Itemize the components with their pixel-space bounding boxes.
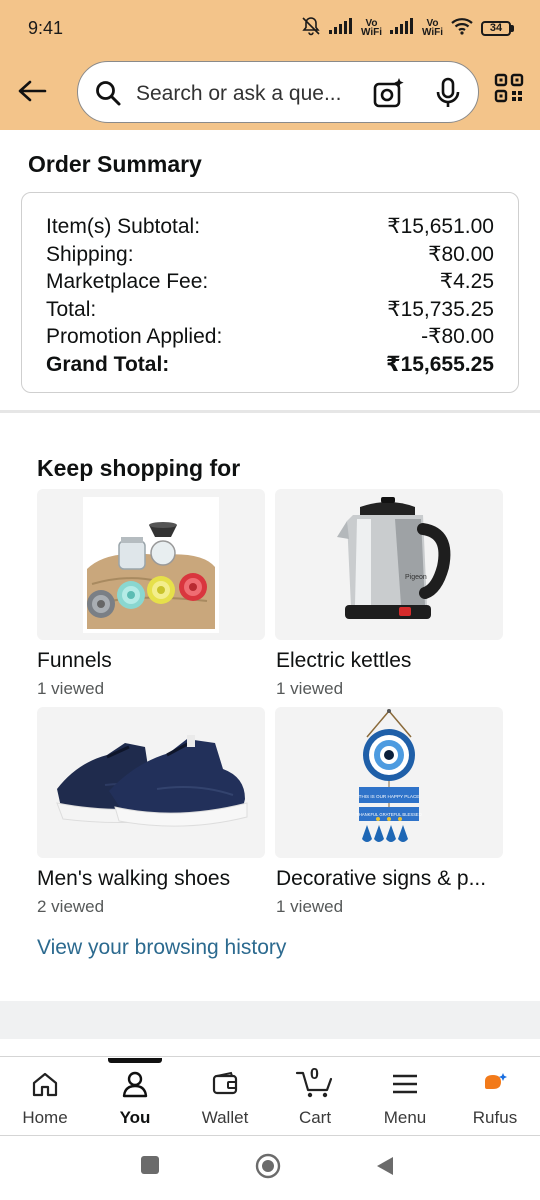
nav-cart[interactable]: 0 Cart (270, 1058, 360, 1136)
summary-row: Item(s) Subtotal: ₹15,651.00 (46, 213, 494, 241)
vowifi-label: Vo WiFi (360, 19, 382, 38)
nav-you[interactable]: You (90, 1058, 180, 1136)
status-icons: Vo WiFi Vo WiFi 34 (301, 16, 514, 41)
order-summary-card: Item(s) Subtotal: ₹15,651.00 Shipping: ₹… (21, 192, 519, 393)
search-icon (94, 79, 122, 112)
header: Search or ask a que... (0, 56, 540, 130)
tile-label[interactable]: Funnels (37, 649, 269, 673)
home-icon (31, 1070, 59, 1098)
tile-viewed-count: 1 viewed (276, 679, 344, 698)
tile-label[interactable]: Men's walking shoes (37, 867, 269, 891)
product-tile-walking-shoes[interactable] (37, 707, 265, 858)
tile-label[interactable]: Electric kettles (276, 649, 508, 673)
nav-label: Rufus (472, 1108, 518, 1127)
summary-value: ₹4.25 (439, 270, 494, 293)
cart-icon: 0 (295, 1066, 335, 1098)
user-icon (121, 1070, 149, 1098)
grand-total-row: Grand Total: ₹15,655.25 (46, 351, 494, 379)
vowifi-bottom: WiFi (360, 27, 382, 38)
summary-row: Promotion Applied: -₹80.00 (46, 323, 494, 351)
summary-row: Shipping: ₹80.00 (46, 241, 494, 269)
bottom-nav: Home You Wallet 0 Cart Menu Rufus (0, 1058, 540, 1136)
mute-bell-icon (301, 16, 321, 41)
summary-value: -₹80.00 (421, 325, 494, 348)
funnels-image (83, 497, 219, 633)
product-tile-funnels[interactable] (37, 489, 265, 640)
recent-apps-icon[interactable] (140, 1155, 160, 1180)
home-circle-icon[interactable] (255, 1153, 281, 1184)
grand-total-label: Grand Total: (46, 352, 170, 376)
product-tile-electric-kettles[interactable]: Pigeon (275, 489, 503, 640)
product-tile-decorative-signs[interactable]: THIS IS OUR HAPPY PLACE THANKFUL GRATEFU… (275, 707, 503, 858)
microphone-icon[interactable] (434, 77, 462, 114)
back-triangle-icon[interactable] (376, 1156, 394, 1181)
sign-text-2: THANKFUL GRATEFUL BLESSED (356, 812, 421, 817)
decorative-sign-image: THIS IS OUR HAPPY PLACE THANKFUL GRATEFU… (356, 709, 422, 842)
cart-count-badge: 0 (310, 1066, 319, 1083)
summary-label: Item(s) Subtotal: (46, 215, 201, 238)
view-browsing-history-link[interactable]: View your browsing history (37, 936, 286, 960)
content-end (0, 1039, 540, 1057)
summary-label: Shipping: (46, 242, 134, 266)
section-divider (0, 410, 540, 413)
tile-viewed-count: 1 viewed (37, 679, 105, 698)
tile-viewed-count: 1 viewed (276, 897, 344, 916)
sign-text-1: THIS IS OUR HAPPY PLACE (359, 794, 420, 799)
search-placeholder: Search or ask a que... (136, 82, 342, 105)
summary-label: Total: (46, 297, 97, 321)
back-arrow-icon[interactable] (14, 73, 50, 109)
summary-value: ₹15,735.25 (387, 297, 494, 321)
wifi-icon (451, 17, 473, 40)
keep-shopping-title: Keep shopping for (37, 455, 241, 481)
vowifi-bottom-2: WiFi (421, 27, 443, 38)
search-input[interactable]: Search or ask a que... (77, 61, 479, 123)
nav-label: Menu (383, 1108, 427, 1127)
nav-label: Wallet (201, 1108, 249, 1127)
nav-rufus[interactable]: Rufus (450, 1058, 540, 1136)
status-bar: 9:41 Vo WiFi Vo WiFi 34 (0, 0, 540, 56)
nav-menu[interactable]: Menu (360, 1058, 450, 1136)
nav-label: Cart (298, 1108, 332, 1127)
signal-icon-2 (389, 17, 414, 39)
battery-level: 34 (481, 20, 511, 36)
shoes-image (56, 735, 248, 827)
vowifi-label-2: Vo WiFi (421, 19, 443, 38)
summary-value: ₹80.00 (428, 242, 494, 266)
wallet-icon (211, 1070, 239, 1098)
kettle-image: Pigeon (337, 497, 451, 619)
grand-total-value: ₹15,655.25 (385, 352, 494, 376)
nav-label: You (119, 1108, 151, 1127)
system-navigation-bar (0, 1137, 540, 1200)
summary-label: Promotion Applied: (46, 325, 223, 348)
order-summary-title: Order Summary (28, 151, 202, 177)
camera-lens-icon[interactable] (372, 76, 406, 115)
kettle-brand-text: Pigeon (405, 574, 427, 581)
summary-label: Marketplace Fee: (46, 270, 209, 293)
qr-scan-icon[interactable] (494, 73, 524, 108)
tile-label[interactable]: Decorative signs & p... (276, 867, 504, 891)
nav-label: Home (22, 1108, 68, 1127)
nav-home[interactable]: Home (0, 1058, 90, 1136)
nav-wallet[interactable]: Wallet (180, 1058, 270, 1136)
summary-row: Marketplace Fee: ₹4.25 (46, 268, 494, 296)
signal-icon (328, 17, 353, 39)
tile-viewed-count: 2 viewed (37, 897, 105, 916)
summary-row: Total: ₹15,735.25 (46, 296, 494, 324)
status-time: 9:41 (28, 17, 64, 38)
summary-value: ₹15,651.00 (387, 215, 494, 238)
battery-icon: 34 (481, 20, 514, 36)
section-separator (0, 1001, 540, 1039)
rufus-assistant-icon (481, 1070, 509, 1098)
hamburger-menu-icon (391, 1070, 419, 1098)
